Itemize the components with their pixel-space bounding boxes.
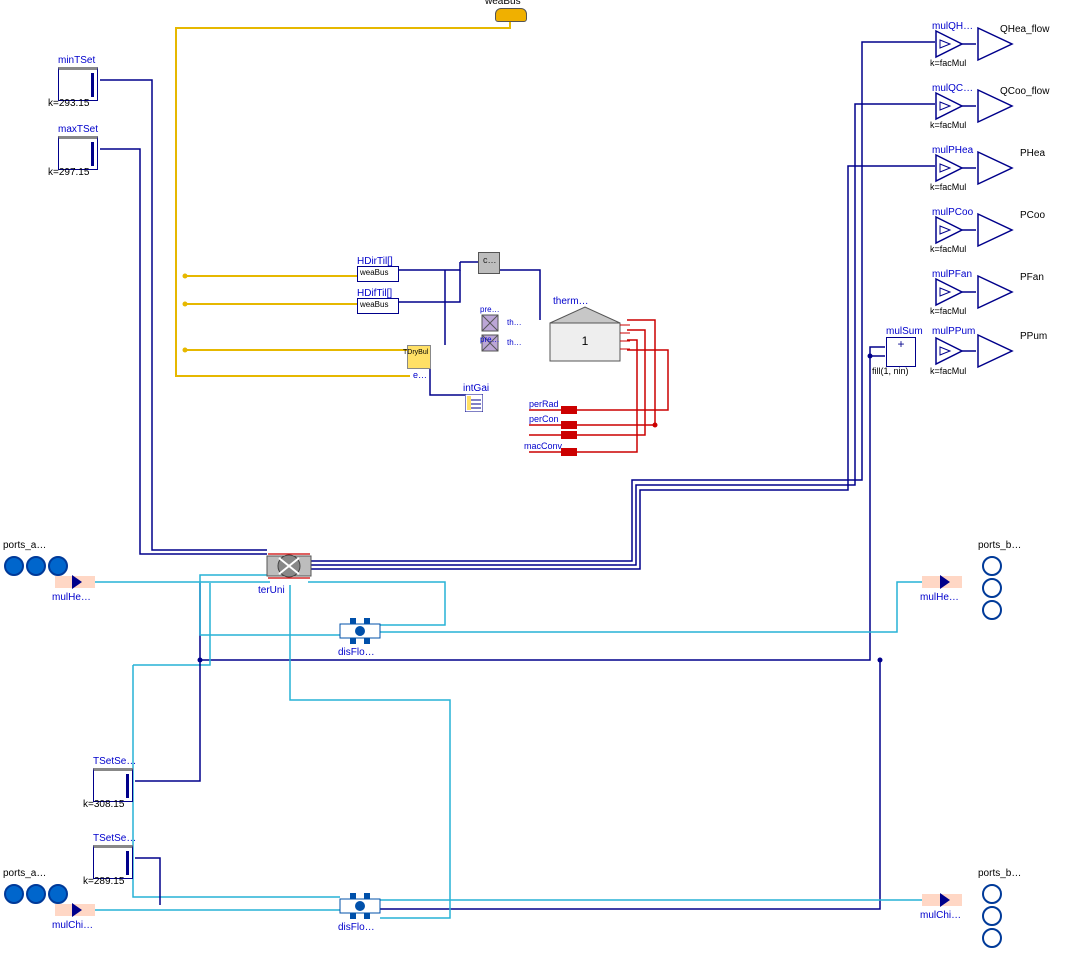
mulqc-label: mulQC… [932,83,973,94]
mulchi-out-label: mulChi… [920,910,961,921]
mulppum-label: mulPPum [932,326,975,337]
tsetse2-block[interactable] [93,845,133,879]
mulqh-label: mulQH… [932,21,973,32]
mintset-block[interactable] [58,67,98,101]
mulpcoo-k: k=facMul [930,244,966,254]
mulqh-k: k=facMul [930,58,966,68]
ports-a-cooling[interactable] [4,884,68,904]
mulhe-in-arrow-icon [72,575,82,589]
ppum-label: PPum [1020,331,1047,342]
tsetse2-k: k=289.15 [83,876,124,887]
mulhe-out-label: mulHe… [920,592,959,603]
macconv-label: macConv [524,441,562,451]
mulppum-k: k=facMul [930,366,966,376]
mintset-k: k=293.15 [48,98,89,109]
teruni-label: terUni [258,585,285,596]
tsetse2-label: TSetSe… [93,833,136,844]
mulpfan-k: k=facMul [930,306,966,316]
ports-a2-label: ports_a… [3,868,46,879]
ports-b-cooling[interactable] [982,884,1002,948]
mulchi-in-arrow-icon [72,903,82,917]
maxtset-block[interactable] [58,136,98,170]
th1-label: th… [507,318,522,327]
ports-b1-label: ports_b… [978,540,1021,551]
disflo1-label: disFlo… [338,647,375,658]
thermal-zone-block[interactable]: 1 [540,305,630,365]
ports-b2-label: ports_b… [978,868,1021,879]
disflo2-block[interactable] [338,893,382,923]
intgai-block[interactable] [465,394,483,412]
pfan-label: PFan [1020,272,1044,283]
perrad-label: perRad [529,399,559,409]
maxtset-label: maxTSet [58,124,98,135]
hdiftil-weabus: weaBus [360,300,388,309]
tdrybul-label: TDryBul [403,349,428,356]
ports-a-heating[interactable] [4,556,68,576]
ports-a1-label: ports_a… [3,540,46,551]
tsetse1-block[interactable] [93,768,133,802]
tsetse1-k: k=308.15 [83,799,124,810]
disflo1-block[interactable] [338,618,382,648]
weabus-label: weaBus [485,0,521,7]
tsetse1-label: TSetSe… [93,756,136,767]
mulphea-label: mulPHea [932,145,973,156]
mulpcoo-label: mulPCoo [932,207,973,218]
th2-label: th… [507,338,522,347]
diagram-canvas: weaBus minTSet k=293.15 maxTSet k=297.15… [0,0,1065,959]
pre1-label: pre… [480,305,500,314]
mulhe-in-label: mulHe… [52,592,91,603]
mulpfan-label: mulPFan [932,269,972,280]
svg-text:1: 1 [582,334,589,348]
mulphea-k: k=facMul [930,182,966,192]
mulqc-k: k=facMul [930,120,966,130]
mulsum-block[interactable]: + [886,337,916,367]
mulsum-label: mulSum [886,326,923,337]
teruni-block[interactable] [265,548,313,584]
mulhe-out-arrow-icon [940,575,950,589]
e-label: e… [413,370,427,380]
pre2-label: pre… [480,335,500,344]
disflo2-label: disFlo… [338,922,375,933]
therm-label: therm… [553,296,589,307]
mulchi-out-arrow-icon [940,893,950,907]
percon-label: perCon [529,414,559,424]
phea-label: PHea [1020,148,1045,159]
mulchi-in-label: mulChi… [52,920,93,931]
qhea-label: QHea_flow [1000,24,1049,35]
maxtset-k: k=297.15 [48,167,89,178]
weabus-connector[interactable] [495,8,527,22]
mintset-label: minTSet [58,55,95,66]
intgai-label: intGai [463,383,489,394]
qcoo-label: QCoo_flow [1000,86,1049,97]
c-label: c… [483,255,497,265]
mulsum-fill: fill(1, nin) [872,366,909,376]
wires-layer [0,0,1065,959]
hdirtil-weabus: weaBus [360,268,388,277]
pcoo-label: PCoo [1020,210,1045,221]
ports-b-heating[interactable] [982,556,1002,620]
